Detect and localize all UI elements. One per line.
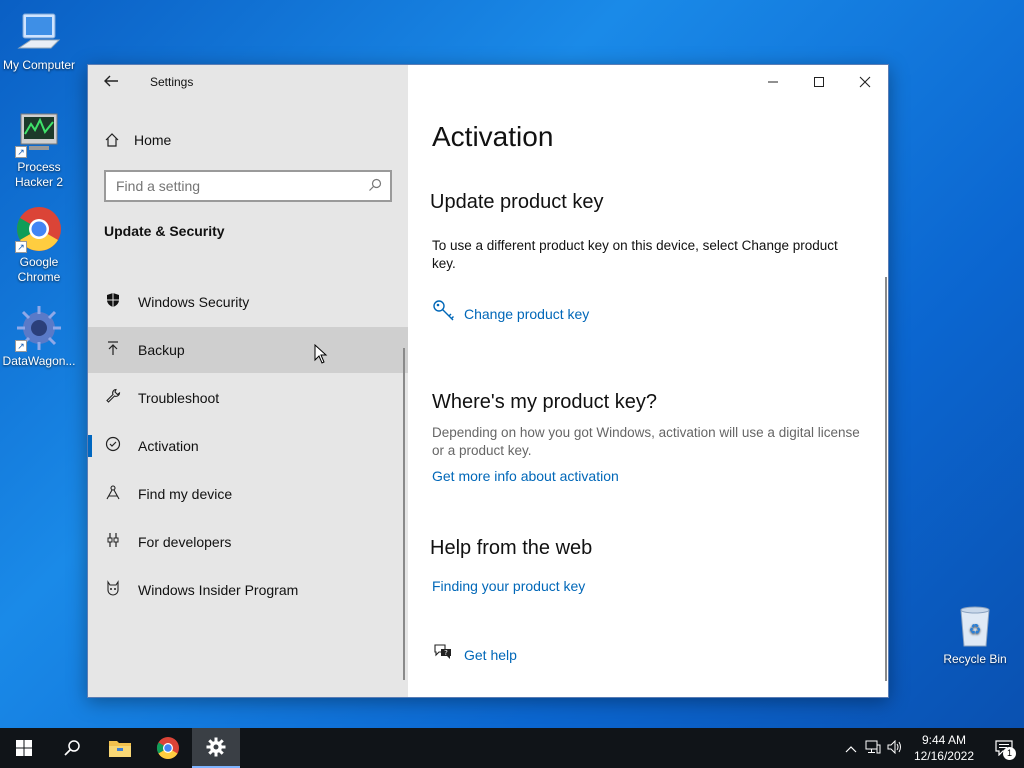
close-button[interactable] [842, 65, 888, 99]
find-device-icon [104, 484, 122, 504]
volume-icon[interactable] [884, 739, 906, 757]
home-label: Home [134, 132, 172, 148]
settings-taskbar-button[interactable] [192, 728, 240, 768]
back-arrow-icon [104, 75, 118, 87]
home-icon [105, 133, 119, 147]
sidebar-item-label: Activation [138, 438, 199, 454]
shield-icon [104, 292, 122, 312]
clock[interactable]: 9:44 AM 12/16/2022 [914, 732, 974, 764]
page-title: Activation [432, 121, 554, 152]
where-key-description: Depending on how you got Windows, activa… [432, 425, 860, 458]
network-icon[interactable] [862, 740, 884, 757]
sidebar-item-troubleshoot[interactable]: Troubleshoot [88, 375, 408, 421]
content-scrollbar[interactable] [885, 277, 887, 681]
minimize-button[interactable] [750, 65, 796, 99]
desktop-icon-datawagon[interactable]: ↗ DataWagon... [0, 304, 78, 369]
sidebar-item-backup[interactable]: Backup [88, 327, 408, 373]
window-title: Settings [150, 75, 194, 89]
desktop-icon-label: Google Chrome [17, 255, 61, 284]
recycle-bin-icon: ♻ [951, 602, 999, 650]
action-center-button[interactable]: 1 [984, 728, 1024, 768]
datawagon-icon: ↗ [15, 304, 63, 352]
where-key-heading: Where's my product key? [432, 391, 658, 413]
search-box[interactable] [104, 170, 392, 202]
maximize-button[interactable] [796, 65, 842, 99]
get-help-label: Get help [464, 647, 517, 663]
back-button[interactable] [102, 73, 122, 91]
sidebar-scrollbar[interactable] [403, 348, 405, 680]
notification-badge: 1 [1003, 747, 1016, 760]
insider-icon [104, 580, 122, 600]
file-explorer-button[interactable] [96, 728, 144, 768]
wrench-icon [104, 388, 122, 408]
sidebar-item-label: For developers [138, 534, 232, 550]
sidebar-item-label: Backup [138, 342, 185, 358]
sidebar-item-label: Find my device [138, 486, 233, 502]
desktop-icon-label: Process Hacker 2 [14, 160, 64, 189]
minimize-icon [768, 81, 778, 83]
check-circle-icon [104, 436, 122, 456]
finding-product-key-link[interactable]: Finding your product key [432, 578, 585, 594]
shortcut-arrow-icon: ↗ [15, 241, 27, 253]
chrome-icon [157, 737, 179, 759]
shortcut-arrow-icon: ↗ [15, 146, 27, 158]
windows-logo-icon [16, 740, 32, 756]
get-help-icon: ? [432, 642, 454, 668]
section-title: Update & Security [104, 223, 225, 239]
system-tray: 9:44 AM 12/16/2022 1 [840, 728, 1024, 768]
update-key-heading: Update product key [430, 191, 604, 213]
sidebar-item-for-developers[interactable]: For developers [88, 519, 408, 565]
get-help-link[interactable]: ? Get help [432, 642, 517, 668]
svg-text:♻: ♻ [969, 622, 982, 638]
desktop-icon-google-chrome[interactable]: ↗ Google Chrome [0, 205, 78, 285]
backup-icon [104, 340, 122, 360]
sidebar-item-windows-insider-program[interactable]: Windows Insider Program [88, 567, 408, 613]
chrome-icon: ↗ [15, 205, 63, 253]
help-heading: Help from the web [430, 537, 593, 559]
search-icon [368, 178, 382, 195]
sidebar-item-label: Troubleshoot [138, 390, 220, 406]
desktop-icon-label: DataWagon... [2, 354, 76, 368]
change-product-key-link[interactable]: Change product key [432, 299, 589, 329]
clock-date: 12/16/2022 [913, 749, 974, 763]
start-button[interactable] [0, 728, 48, 768]
sidebar-item-home[interactable]: Home [104, 129, 171, 151]
settings-window: Settings Home Update & Security Windows … [87, 64, 889, 698]
sidebar-item-activation[interactable]: Activation [88, 423, 408, 469]
search-button[interactable] [48, 728, 96, 768]
computer-icon [15, 8, 63, 56]
search-input[interactable] [106, 172, 356, 200]
shortcut-arrow-icon: ↗ [15, 340, 27, 352]
update-key-description: To use a different product key on this d… [432, 238, 838, 271]
gear-icon [206, 737, 226, 757]
taskbar: 9:44 AM 12/16/2022 1 [0, 728, 1024, 768]
svg-text:?: ? [444, 649, 448, 657]
sidebar-item-label: Windows Insider Program [138, 582, 299, 598]
folder-icon [109, 741, 131, 757]
desktop-icon-label: My Computer [2, 58, 76, 72]
titlebar: Settings [88, 65, 408, 99]
sidebar-item-label: Windows Security [138, 294, 250, 310]
desktop-icon-label: Recycle Bin [943, 652, 1007, 666]
clock-time: 9:44 AM [921, 733, 966, 747]
sidebar-item-find-my-device[interactable]: Find my device [88, 471, 408, 517]
developer-icon [104, 532, 122, 552]
more-info-activation-link[interactable]: Get more info about activation [432, 468, 619, 484]
key-icon [432, 299, 454, 329]
settings-sidebar: Settings Home Update & Security Windows … [88, 65, 408, 697]
change-product-key-label: Change product key [464, 306, 590, 322]
desktop-icon-my-computer[interactable]: My Computer [0, 8, 78, 73]
process-hacker-icon: ↗ [15, 110, 63, 158]
sidebar-item-windows-security[interactable]: Windows Security [88, 279, 408, 325]
desktop-icon-recycle-bin[interactable]: ♻ Recycle Bin [936, 602, 1014, 667]
maximize-icon [814, 77, 824, 87]
show-hidden-icons-chevron-icon[interactable] [840, 741, 862, 756]
chrome-taskbar-button[interactable] [144, 728, 192, 768]
content-pane: Activation Update product key To use a d… [408, 65, 888, 697]
desktop-icon-process-hacker[interactable]: ↗ Process Hacker 2 [0, 110, 78, 190]
close-icon [859, 76, 871, 88]
search-icon [64, 740, 80, 756]
